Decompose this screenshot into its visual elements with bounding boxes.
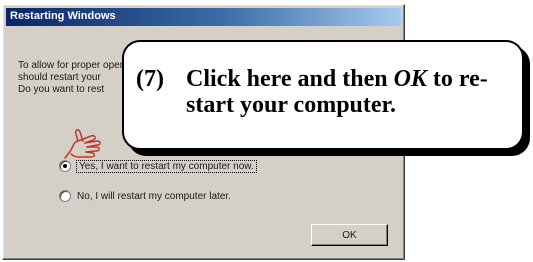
option-restart-later[interactable]: No, I will restart my computer later. xyxy=(59,188,231,204)
dialog-title: Restarting Windows xyxy=(10,10,116,22)
callout-line1-ok: OK xyxy=(393,66,427,92)
callout-line1-pre: Click here and then xyxy=(186,66,394,92)
radio-restart-later[interactable] xyxy=(59,190,71,202)
callout-line-1: (7) Click here and then OK to re- xyxy=(136,66,512,92)
screenshot-stage: Restarting Windows To allow for proper o… xyxy=(0,0,533,262)
option-restart-now-label[interactable]: Yes, I want to restart my computer now. xyxy=(76,159,257,173)
callout-line-2: start your computer. xyxy=(136,92,512,118)
dialog-titlebar[interactable]: Restarting Windows xyxy=(6,8,401,26)
option-restart-later-label[interactable]: No, I will restart my computer later. xyxy=(77,191,231,202)
ok-button[interactable]: OK xyxy=(311,224,388,246)
pointing-hand-icon xyxy=(64,129,101,159)
callout-line1-post: to re- xyxy=(426,66,488,92)
callout-text: (7) Click here and then OK to re- start y… xyxy=(136,66,512,118)
callout-line2: start your computer. xyxy=(186,92,396,118)
step-number: (7) xyxy=(136,66,164,92)
instruction-callout: (7) Click here and then OK to re- start y… xyxy=(122,40,524,150)
